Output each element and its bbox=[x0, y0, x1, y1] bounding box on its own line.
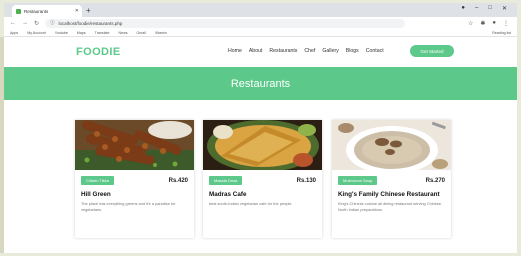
dish-badge: Mushroom Soup bbox=[338, 176, 378, 185]
bookmark-item[interactable]: My Account bbox=[27, 31, 46, 35]
restaurant-description: The place has everything greens and it's… bbox=[81, 201, 176, 212]
bookmark-item[interactable]: Apps bbox=[10, 31, 18, 35]
info-icon: ⓘ bbox=[50, 20, 55, 25]
restaurant-name[interactable]: Hill Green bbox=[75, 185, 194, 198]
dish-badge: Masala Dosa bbox=[209, 176, 243, 185]
browser-tab[interactable]: Restaurants ✕ bbox=[12, 5, 82, 17]
menu-icon[interactable]: ⋮ bbox=[503, 20, 509, 27]
browser-tabbar: Restaurants ✕ + ● – □ ✕ bbox=[4, 3, 517, 17]
new-tab-icon[interactable]: + bbox=[86, 6, 91, 15]
hero-banner: Restaurants bbox=[4, 67, 517, 100]
dish-badge: Chiken Tikka bbox=[81, 176, 114, 185]
nav-chef[interactable]: Chef bbox=[304, 48, 315, 54]
site-navbar: FOODIE Home About Restaurants Chef Galle… bbox=[4, 37, 517, 67]
get-started-button[interactable]: Get Started bbox=[410, 45, 454, 57]
star-icon[interactable]: ☆ bbox=[468, 20, 473, 27]
browser-toolbar: ← → ↻ ⓘ localhost/foodie/restaurants.php… bbox=[4, 17, 517, 29]
dish-price: Rs.270 bbox=[425, 177, 445, 184]
dish-price: Rs.130 bbox=[296, 177, 316, 184]
food-image-dosa bbox=[203, 120, 322, 170]
bookmark-item[interactable]: Gmail bbox=[137, 31, 146, 35]
nav-contact[interactable]: Contact bbox=[366, 48, 384, 54]
nav-restaurants[interactable]: Restaurants bbox=[269, 48, 297, 54]
close-tab-icon[interactable]: ✕ bbox=[75, 8, 79, 14]
restaurant-cards: Chiken Tikka Rs.420 Hill Green The place… bbox=[4, 100, 517, 253]
address-url: localhost/foodie/restaurants.php bbox=[58, 20, 123, 26]
site-logo[interactable]: FOODIE bbox=[76, 46, 121, 58]
extensions-icon[interactable]: ✱ bbox=[480, 20, 485, 27]
nav-about[interactable]: About bbox=[249, 48, 263, 54]
bookmark-item[interactable]: Vitamin bbox=[155, 31, 167, 35]
restaurant-name[interactable]: King's Family Chinese Restaurant bbox=[332, 185, 451, 198]
address-bar[interactable]: ⓘ localhost/foodie/restaurants.php bbox=[45, 18, 406, 28]
reload-icon[interactable]: ↻ bbox=[34, 20, 39, 27]
tab-title: Restaurants bbox=[24, 8, 49, 14]
maximize-icon[interactable]: □ bbox=[488, 5, 492, 12]
food-image-kebab bbox=[75, 120, 194, 170]
back-icon[interactable]: ← bbox=[10, 20, 16, 26]
bookmark-item[interactable]: News bbox=[119, 31, 128, 35]
restaurant-card[interactable]: Mushroom Soup Rs.270 King's Family Chine… bbox=[332, 120, 451, 238]
nav-gallery[interactable]: Gallery bbox=[322, 48, 338, 54]
favicon-icon bbox=[16, 8, 21, 14]
minimize-icon[interactable]: – bbox=[475, 5, 478, 12]
bookmark-item[interactable]: Translate bbox=[95, 31, 110, 35]
bookmark-item[interactable]: Maps bbox=[77, 31, 86, 35]
reading-list[interactable]: Reading list bbox=[492, 31, 511, 35]
restaurant-description: best south-Indian vegetarian cafe for th… bbox=[209, 201, 293, 206]
dish-price: Rs.420 bbox=[168, 177, 188, 184]
page-title: Restaurants bbox=[230, 77, 291, 90]
restaurant-description: King's Chinese cuisine all dining restau… bbox=[338, 201, 443, 212]
close-window-icon[interactable]: ✕ bbox=[502, 5, 507, 12]
bookmarks-bar: Apps My Account Youtube Maps Translate N… bbox=[4, 29, 517, 37]
account-icon[interactable]: ● bbox=[461, 5, 465, 12]
bookmark-item[interactable]: Youtube bbox=[55, 31, 68, 35]
site-menu: Home About Restaurants Chef Gallery Blog… bbox=[228, 48, 384, 54]
restaurant-card[interactable]: Chiken Tikka Rs.420 Hill Green The place… bbox=[75, 120, 194, 238]
profile-icon[interactable]: ● bbox=[492, 20, 496, 27]
restaurant-name[interactable]: Madras Cafe bbox=[203, 185, 322, 198]
nav-home[interactable]: Home bbox=[228, 48, 242, 54]
nav-blogs[interactable]: Blogs bbox=[346, 48, 359, 54]
restaurant-card[interactable]: Masala Dosa Rs.130 Madras Cafe best sout… bbox=[203, 120, 322, 238]
food-image-soup bbox=[332, 120, 451, 170]
web-page: FOODIE Home About Restaurants Chef Galle… bbox=[4, 37, 517, 253]
forward-icon[interactable]: → bbox=[22, 20, 28, 26]
